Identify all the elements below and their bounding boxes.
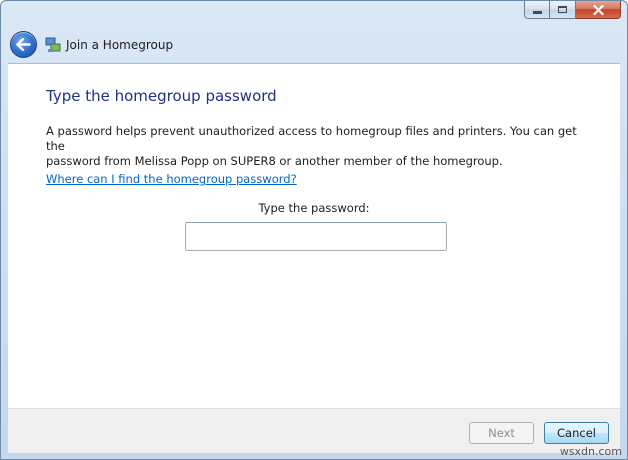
homegroup-wizard-window: Join a Homegroup Type the homegroup pass… <box>0 0 628 460</box>
close-button[interactable] <box>576 1 621 19</box>
description-line-1: A password helps prevent unauthorized ac… <box>46 124 577 153</box>
wizard-content: Type the homegroup password A password h… <box>8 63 620 409</box>
description-text: A password helps prevent unauthorized ac… <box>46 124 586 169</box>
minimize-button[interactable] <box>524 1 550 19</box>
next-button[interactable]: Next <box>469 422 534 444</box>
minimize-icon <box>532 11 542 14</box>
watermark-text: wsxdn.com <box>559 445 622 458</box>
maximize-icon <box>558 6 567 13</box>
caption-buttons <box>524 1 621 20</box>
back-arrow-icon <box>16 38 31 51</box>
page-heading: Type the homegroup password <box>46 87 277 105</box>
password-label: Type the password: <box>258 201 370 215</box>
find-password-help-link[interactable]: Where can I find the homegroup password? <box>46 172 297 186</box>
close-icon <box>592 4 604 15</box>
wizard-header: Join a Homegroup <box>1 27 627 63</box>
description-line-2: password from Melissa Popp on SUPER8 or … <box>46 154 503 168</box>
wizard-footer: Next Cancel <box>8 408 620 453</box>
maximize-button[interactable] <box>550 1 576 19</box>
homegroup-icon <box>45 37 61 52</box>
password-input[interactable] <box>185 222 447 251</box>
window-title: Join a Homegroup <box>66 38 174 52</box>
back-button[interactable] <box>10 31 37 58</box>
cancel-button[interactable]: Cancel <box>544 422 609 444</box>
